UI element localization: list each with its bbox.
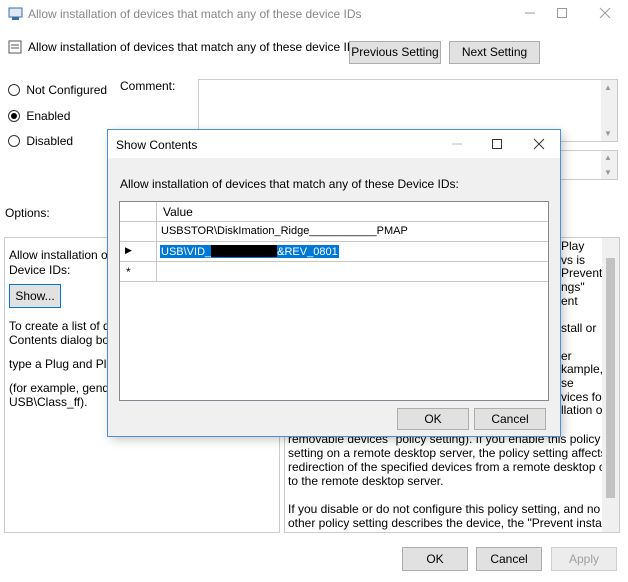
options-text: type a Plug and Play bbox=[9, 357, 120, 371]
dialog-title-bar: Show Contents bbox=[108, 130, 560, 158]
row-header[interactable]: ▶ bbox=[120, 242, 157, 262]
radio-label: Enabled bbox=[26, 109, 71, 123]
scroll-down-icon[interactable]: ▲ bbox=[604, 153, 612, 162]
show-contents-dialog: Show Contents Allow installation of devi… bbox=[108, 130, 560, 436]
maximize-icon[interactable] bbox=[552, 4, 572, 22]
previous-setting-button[interactable]: Previous Setting bbox=[349, 41, 441, 64]
help-line: se bbox=[561, 376, 574, 390]
help-text: If you disable or do not configure this … bbox=[288, 502, 601, 516]
apply-button[interactable]: Apply bbox=[551, 547, 617, 571]
supported-scrollbar[interactable]: ▲ ▼ bbox=[601, 151, 617, 179]
help-scroll-thumb[interactable] bbox=[606, 258, 615, 498]
dialog-title: Show Contents bbox=[116, 138, 198, 152]
dialog-prompt: Allow installation of devices that match… bbox=[120, 177, 459, 191]
setting-title: Allow installation of devices that match… bbox=[28, 40, 362, 54]
dialog-close-icon[interactable] bbox=[530, 136, 548, 152]
options-text: (for example, gendis bbox=[9, 381, 118, 395]
table-row[interactable]: USBSTOR\DiskImation_Ridge___________PMAP bbox=[157, 222, 548, 242]
comment-scrollbar[interactable]: ▲ ▼ bbox=[601, 80, 617, 141]
help-text: redirection of the specified devices fro… bbox=[288, 460, 620, 474]
help-line: ngs" bbox=[561, 280, 585, 295]
help-line: kample, bbox=[561, 362, 604, 377]
policy-app-icon bbox=[8, 7, 24, 21]
row-header[interactable] bbox=[120, 222, 157, 242]
scroll-up-icon[interactable]: ▲ bbox=[604, 83, 612, 92]
comment-label: Comment: bbox=[120, 79, 176, 93]
help-line: llation of bbox=[561, 403, 606, 418]
help-line: ent bbox=[561, 293, 578, 308]
help-line: Prevent bbox=[561, 266, 603, 281]
supported-on-box: ▲ ▼ bbox=[560, 150, 618, 180]
options-text: Contents dialog box, bbox=[9, 333, 119, 347]
row-value-suffix: &REV_0801 bbox=[277, 246, 338, 258]
row-value[interactable]: USBSTOR\DiskImation_Ridge___________PMAP bbox=[161, 225, 408, 237]
help-line bbox=[561, 309, 606, 323]
redaction-bar bbox=[211, 245, 278, 257]
help-line: Play bbox=[561, 239, 585, 253]
dialog-cancel-button[interactable]: Cancel bbox=[474, 408, 546, 430]
help-right-column: Play vs is Prevent ngs" ent stall or er … bbox=[561, 239, 606, 418]
help-text: to the remote desktop server. bbox=[288, 474, 444, 488]
options-text: To create a list of dev bbox=[9, 319, 123, 333]
options-text: Device IDs: bbox=[9, 263, 71, 277]
help-line bbox=[561, 336, 606, 350]
help-text: other policy setting describes the devic… bbox=[288, 516, 620, 530]
options-label: Options: bbox=[5, 206, 50, 220]
row-header[interactable]: * bbox=[120, 262, 157, 282]
value-column-header[interactable]: Value bbox=[157, 202, 548, 222]
help-line: er bbox=[561, 348, 572, 363]
row-value-prefix: USB\VID_ bbox=[161, 246, 212, 258]
radio-enabled[interactable]: Enabled bbox=[8, 109, 70, 123]
show-button[interactable]: Show... bbox=[9, 284, 61, 308]
minimize-icon[interactable] bbox=[520, 4, 540, 22]
dialog-ok-button[interactable]: OK bbox=[397, 408, 469, 430]
column-header-label: Value bbox=[163, 205, 193, 219]
new-row-marker: * bbox=[126, 265, 131, 279]
scroll-down-icon[interactable]: ▼ bbox=[604, 168, 612, 177]
help-line: vices for bbox=[561, 389, 606, 404]
radio-label: Not Configured bbox=[26, 83, 108, 97]
radio-circle[interactable] bbox=[8, 110, 20, 122]
values-grid[interactable]: Value USBSTOR\DiskImation_Ridge_________… bbox=[119, 201, 549, 401]
main-window-title: Allow installation of devices that match… bbox=[28, 7, 362, 21]
help-scrollbar[interactable] bbox=[602, 238, 619, 532]
scroll-down-icon[interactable]: ▼ bbox=[604, 129, 612, 138]
grid-corner-cell bbox=[120, 202, 157, 222]
row-marker-arrow-icon: ▶ bbox=[125, 245, 132, 255]
main-title-bar: Allow installation of devices that match… bbox=[0, 0, 628, 28]
cancel-button[interactable]: Cancel bbox=[476, 547, 542, 571]
ok-button[interactable]: OK bbox=[402, 547, 468, 571]
close-icon[interactable] bbox=[595, 4, 615, 22]
options-text: USB\Class_ff). bbox=[9, 395, 88, 409]
radio-disabled[interactable]: Disabled bbox=[8, 134, 73, 148]
next-setting-button[interactable]: Next Setting bbox=[449, 41, 540, 64]
radio-label: Disabled bbox=[26, 134, 74, 148]
setting-icon bbox=[8, 40, 22, 54]
radio-circle[interactable] bbox=[8, 135, 20, 147]
dialog-maximize-icon[interactable] bbox=[488, 136, 506, 152]
table-row[interactable]: USB\VID_ &REV_0801 bbox=[157, 242, 548, 262]
dialog-minimize-icon[interactable] bbox=[448, 136, 466, 152]
table-row[interactable] bbox=[157, 262, 548, 282]
options-text: Allow installation of bbox=[9, 248, 112, 262]
help-line: stall or bbox=[561, 321, 597, 336]
radio-circle[interactable] bbox=[8, 84, 20, 96]
radio-not-configured[interactable]: Not Configured bbox=[8, 83, 107, 97]
row-value-editing[interactable]: USB\VID_ &REV_0801 bbox=[160, 245, 339, 258]
help-text: setting on a remote desktop server, the … bbox=[288, 446, 607, 460]
help-line: vs is bbox=[561, 252, 585, 267]
